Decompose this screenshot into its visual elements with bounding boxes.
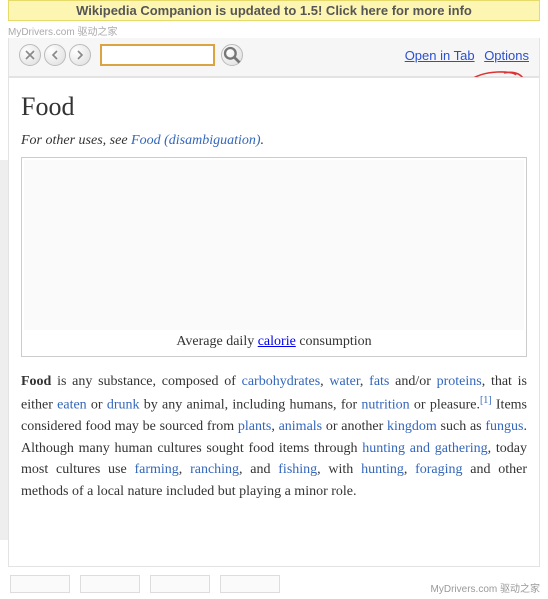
forward-icon <box>75 50 85 60</box>
bg-thumb <box>150 575 210 593</box>
search-button[interactable] <box>221 44 243 66</box>
link-fishing[interactable]: fishing <box>278 462 317 477</box>
watermark-bottom: MyDrivers.com 驱动之家 <box>431 580 540 595</box>
forward-button[interactable] <box>69 44 91 66</box>
bg-thumb <box>80 575 140 593</box>
search-input[interactable] <box>100 44 215 66</box>
article-pane[interactable]: Food For other uses, see Food (disambigu… <box>8 77 540 567</box>
bg-thumb <box>10 575 70 593</box>
hatnote-prefix: For other uses, see <box>21 133 131 148</box>
toolbar: Open in Tab Options <box>8 38 540 77</box>
image-placeholder <box>24 160 524 330</box>
caption-link[interactable]: calorie <box>258 334 296 349</box>
back-button[interactable] <box>44 44 66 66</box>
options-link[interactable]: Options <box>484 48 529 63</box>
link-hunting[interactable]: hunting <box>361 462 404 477</box>
lead-paragraph: Food is any substance, composed of carbo… <box>21 371 527 503</box>
lead-bold: Food <box>21 374 51 389</box>
hatnote-link[interactable]: Food (disambiguation) <box>131 133 261 148</box>
open-in-tab-link[interactable]: Open in Tab <box>405 48 475 63</box>
image-caption: Average daily calorie consumption <box>24 330 524 354</box>
close-icon <box>25 50 35 60</box>
link-fungus[interactable]: fungus <box>485 419 523 434</box>
background-thumbnails <box>10 575 280 593</box>
watermark-top: MyDrivers.com 驱动之家 <box>8 23 548 38</box>
link-foraging[interactable]: foraging <box>415 462 462 477</box>
link-proteins[interactable]: proteins <box>437 374 482 389</box>
update-banner[interactable]: Wikipedia Companion is updated to 1.5! C… <box>8 0 540 21</box>
link-ranching[interactable]: ranching <box>190 462 239 477</box>
hatnote: For other uses, see Food (disambiguation… <box>21 133 527 149</box>
hatnote-suffix: . <box>261 133 265 148</box>
citation-1[interactable]: [1] <box>480 395 492 406</box>
infobox-image: Average daily calorie consumption <box>21 157 527 357</box>
back-icon <box>50 50 60 60</box>
link-kingdom[interactable]: kingdom <box>387 419 437 434</box>
link-drunk[interactable]: drunk <box>107 397 140 412</box>
link-farming[interactable]: farming <box>134 462 178 477</box>
bg-thumb <box>220 575 280 593</box>
background-strip <box>0 160 8 540</box>
link-water[interactable]: water <box>329 374 360 389</box>
link-carbohydrates[interactable]: carbohydrates <box>242 374 321 389</box>
link-plants[interactable]: plants <box>238 419 271 434</box>
search-icon <box>222 45 242 65</box>
link-nutrition[interactable]: nutrition <box>361 397 409 412</box>
link-hunting-gathering[interactable]: hunting and gathering <box>362 441 487 456</box>
toolbar-links: Open in Tab Options <box>399 48 529 63</box>
article-title: Food <box>21 92 527 123</box>
link-eaten[interactable]: eaten <box>57 397 87 412</box>
link-animals[interactable]: animals <box>279 419 323 434</box>
link-fats[interactable]: fats <box>369 374 389 389</box>
close-button[interactable] <box>19 44 41 66</box>
